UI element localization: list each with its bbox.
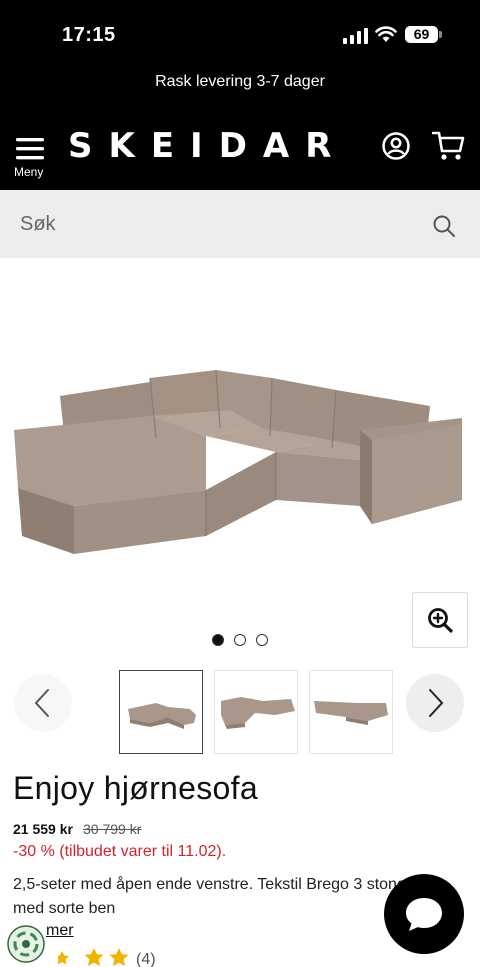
search-input[interactable] — [0, 190, 420, 258]
hamburger-icon — [16, 138, 44, 160]
gallery-dot-1[interactable] — [212, 634, 224, 646]
site-header: Meny SKEIDAR — [0, 110, 480, 190]
eco-badge[interactable] — [6, 924, 46, 964]
thumbnail-image-1 — [128, 703, 196, 729]
recycle-badge-icon — [7, 925, 45, 963]
status-bar: 17:15 69 — [0, 0, 480, 62]
wifi-icon — [375, 26, 397, 42]
cart-icon[interactable] — [432, 130, 466, 162]
gallery-next-button[interactable] — [406, 674, 464, 732]
battery-indicator: 69 — [405, 26, 438, 43]
menu-label: Meny — [14, 165, 44, 179]
battery-tip — [439, 31, 442, 38]
thumbnail-1[interactable] — [119, 670, 203, 754]
thumbnail-2[interactable] — [214, 670, 298, 754]
product-price: 21 559 kr — [13, 821, 73, 837]
product-description: 2,5-seter med åpen ende venstre. Tekstil… — [13, 876, 406, 917]
discount-text: -30 % (tilbudet varer til 11.02). — [13, 843, 227, 860]
chat-button[interactable] — [384, 874, 464, 954]
thumbnail-image-3 — [314, 701, 388, 725]
product-gallery[interactable] — [0, 258, 480, 732]
gallery-dot-3[interactable] — [256, 634, 268, 646]
cellular-signal-icon — [343, 28, 368, 44]
account-icon[interactable] — [381, 131, 411, 161]
product-title: Enjoy hjørnesofa — [13, 770, 258, 806]
review-count[interactable]: (4) — [136, 951, 156, 967]
thumbnail-3[interactable] — [309, 670, 393, 754]
chat-bubble-icon — [406, 898, 442, 931]
star-icon — [109, 948, 129, 966]
star-icon — [84, 948, 104, 966]
read-more-link[interactable]: mer — [46, 922, 74, 940]
product-old-price: 30 799 kr — [83, 821, 142, 837]
gallery-dot-2[interactable] — [234, 634, 246, 646]
menu-button[interactable]: Meny — [12, 132, 52, 184]
search-icon[interactable] — [432, 214, 456, 238]
chevron-right-icon — [429, 689, 444, 717]
zoom-in-icon — [428, 608, 453, 633]
search-bar — [0, 190, 480, 258]
zoom-button[interactable] — [412, 592, 468, 648]
status-time: 17:15 — [62, 24, 116, 46]
chevron-left-icon — [34, 689, 49, 717]
skeidar-logo[interactable]: SKEIDAR — [68, 126, 347, 166]
rating-stars[interactable] — [58, 946, 138, 967]
thumbnail-image-2 — [221, 697, 295, 729]
product-image-sofa — [14, 369, 462, 554]
star-icon — [58, 951, 69, 965]
gallery-prev-button[interactable] — [14, 674, 72, 732]
promo-banner: Rask levering 3-7 dager — [0, 62, 480, 110]
